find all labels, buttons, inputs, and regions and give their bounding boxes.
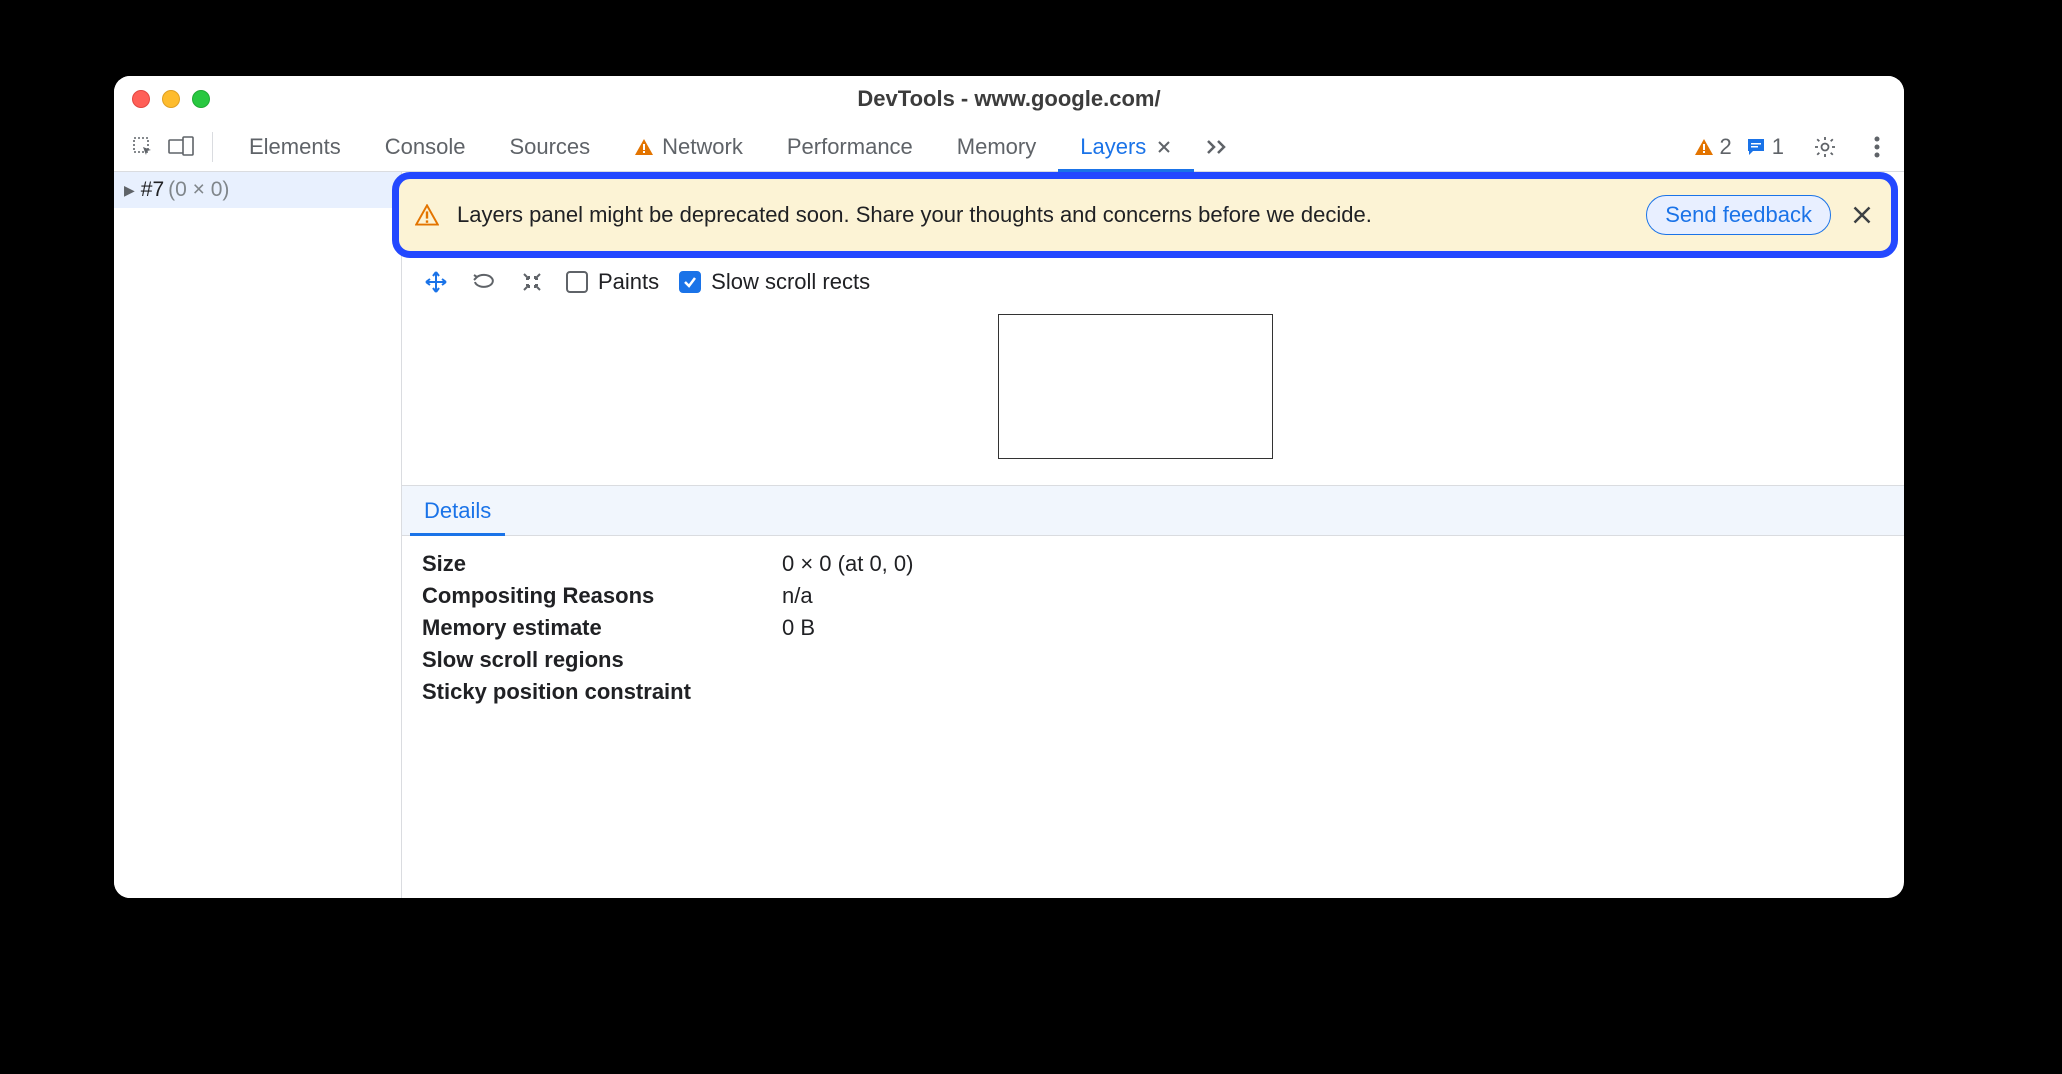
details-value: 0 × 0 (at 0, 0): [782, 551, 913, 577]
disclosure-triangle-icon[interactable]: ▶: [124, 182, 135, 199]
tab-label: Performance: [787, 134, 913, 160]
traffic-lights: [132, 90, 210, 108]
checkbox-icon: [679, 271, 701, 293]
details-row-compositing: Compositing Reasons n/a: [422, 580, 1884, 612]
rotate-mode-button[interactable]: [470, 268, 498, 296]
layer-tree: ▶ #7 (0 × 0): [114, 172, 402, 898]
tab-performance[interactable]: Performance: [765, 122, 935, 171]
warnings-counter[interactable]: 2: [1694, 134, 1732, 160]
messages-count: 1: [1772, 134, 1784, 160]
settings-button[interactable]: [1808, 130, 1842, 164]
layer-rect[interactable]: [998, 314, 1273, 459]
devtools-toolbar: Elements Console Sources Network Perform…: [114, 122, 1904, 172]
tab-details[interactable]: Details: [410, 486, 505, 535]
deprecation-banner-highlight: Layers panel might be deprecated soon. S…: [402, 172, 1904, 258]
layer-tree-item[interactable]: ▶ #7 (0 × 0): [114, 172, 401, 208]
details-key: Size: [422, 551, 782, 577]
devtools-window: DevTools - www.google.com/ Elements Cons…: [114, 76, 1904, 898]
deprecation-banner: Layers panel might be deprecated soon. S…: [399, 179, 1891, 251]
details-table: Size 0 × 0 (at 0, 0) Compositing Reasons…: [402, 536, 1904, 720]
close-window-button[interactable]: [132, 90, 150, 108]
details-key: Sticky position constraint: [422, 679, 782, 705]
warning-icon: [1694, 138, 1714, 156]
details-key: Memory estimate: [422, 615, 782, 641]
checkbox-label: Slow scroll rects: [711, 269, 870, 295]
tab-elements[interactable]: Elements: [227, 122, 363, 171]
warning-icon: [634, 138, 654, 156]
layer-id: #7: [141, 178, 164, 202]
details-key: Compositing Reasons: [422, 583, 782, 609]
reset-view-button[interactable]: [518, 268, 546, 296]
message-icon: [1746, 137, 1766, 157]
details-row-sticky: Sticky position constraint: [422, 676, 1884, 708]
tab-memory[interactable]: Memory: [935, 122, 1058, 171]
checkbox-label: Paints: [598, 269, 659, 295]
checkbox-icon: [566, 271, 588, 293]
pan-mode-button[interactable]: [422, 268, 450, 296]
details-row-memory: Memory estimate 0 B: [422, 612, 1884, 644]
paints-checkbox[interactable]: Paints: [566, 269, 659, 295]
warning-icon: [415, 204, 439, 226]
panel-body: ▶ #7 (0 × 0) Layers panel might be depre…: [114, 172, 1904, 898]
button-label: Send feedback: [1665, 202, 1812, 227]
device-toggle-button[interactable]: [164, 130, 198, 164]
tab-label: Layers: [1080, 134, 1146, 160]
banner-close-button[interactable]: [1849, 202, 1875, 228]
tab-network[interactable]: Network: [612, 122, 765, 171]
messages-counter[interactable]: 1: [1746, 134, 1784, 160]
warnings-count: 2: [1720, 134, 1732, 160]
tab-label: Console: [385, 134, 466, 160]
tab-sources[interactable]: Sources: [487, 122, 612, 171]
tab-label: Sources: [509, 134, 590, 160]
details-row-slow-scroll: Slow scroll regions: [422, 644, 1884, 676]
details-value: n/a: [782, 583, 813, 609]
banner-text: Layers panel might be deprecated soon. S…: [457, 202, 1628, 228]
divider: [212, 132, 213, 162]
slow-scroll-rects-checkbox[interactable]: Slow scroll rects: [679, 269, 870, 295]
viewer-toolbar: Paints Slow scroll rects: [402, 258, 1904, 306]
issue-counters: 2 1: [1694, 134, 1785, 160]
details-tabs: Details: [402, 486, 1904, 536]
tab-layers[interactable]: Layers: [1058, 122, 1194, 171]
tab-label: Elements: [249, 134, 341, 160]
fullscreen-window-button[interactable]: [192, 90, 210, 108]
tab-console[interactable]: Console: [363, 122, 488, 171]
kebab-menu-button[interactable]: [1860, 130, 1894, 164]
more-tabs-button[interactable]: [1198, 137, 1238, 157]
details-value: 0 B: [782, 615, 815, 641]
close-tab-button[interactable]: [1156, 139, 1172, 155]
minimize-window-button[interactable]: [162, 90, 180, 108]
layer-dimensions: (0 × 0): [168, 178, 229, 202]
panel-tabs: Elements Console Sources Network Perform…: [227, 122, 1194, 171]
details-row-size: Size 0 × 0 (at 0, 0): [422, 548, 1884, 580]
tab-label: Details: [424, 498, 491, 524]
window-title: DevTools - www.google.com/: [114, 86, 1904, 112]
send-feedback-button[interactable]: Send feedback: [1646, 195, 1831, 235]
details-key: Slow scroll regions: [422, 647, 782, 673]
tab-label: Memory: [957, 134, 1036, 160]
layers-main: Layers panel might be deprecated soon. S…: [402, 172, 1904, 898]
inspect-element-button[interactable]: [126, 130, 160, 164]
layers-viewer[interactable]: [402, 306, 1904, 486]
tab-label: Network: [662, 134, 743, 160]
titlebar: DevTools - www.google.com/: [114, 76, 1904, 122]
